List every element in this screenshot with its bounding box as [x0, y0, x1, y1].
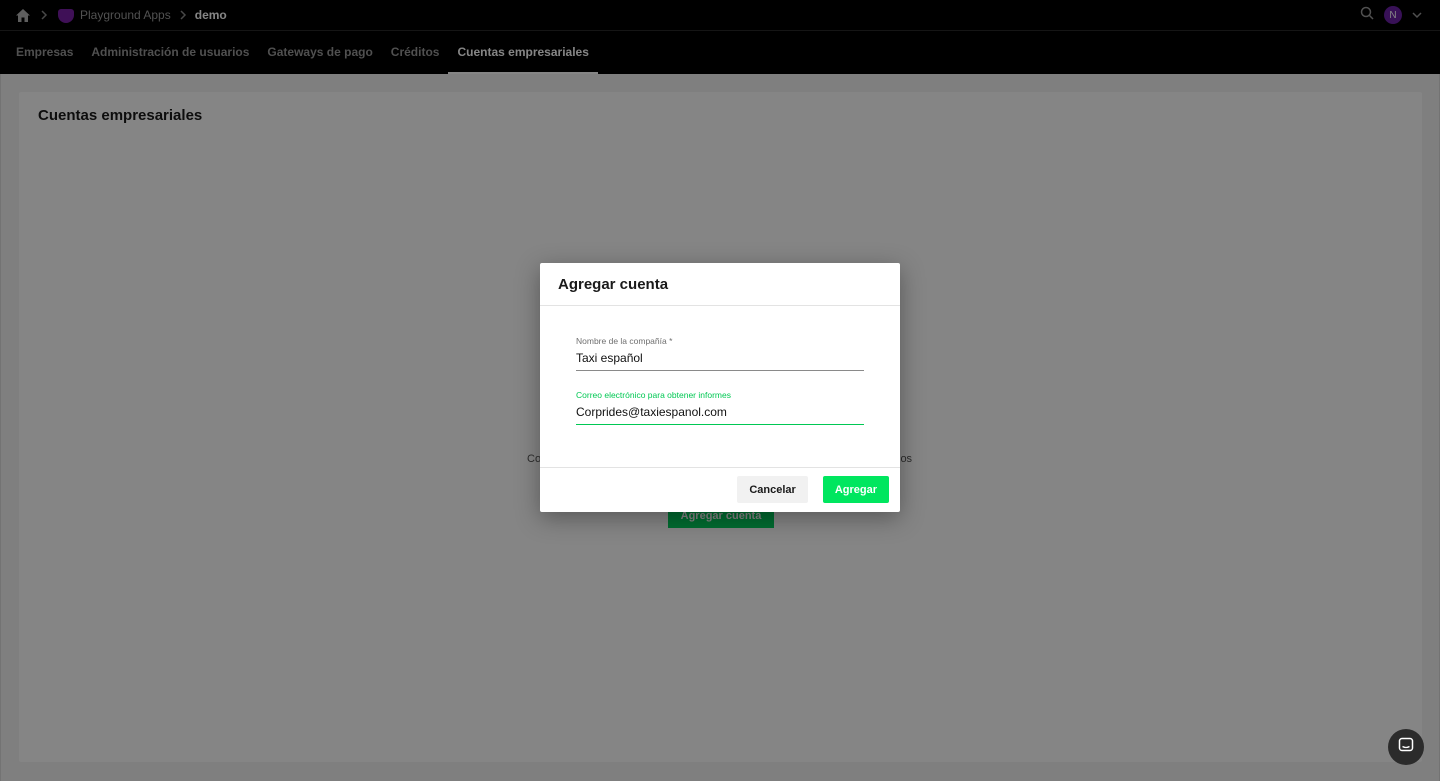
dialog-header: Agregar cuenta: [540, 263, 900, 306]
report-email-label: Correo electrónico para obtener informes: [576, 390, 731, 400]
dialog-title: Agregar cuenta: [558, 275, 669, 293]
cancel-button[interactable]: Cancelar: [737, 476, 808, 503]
add-account-dialog: Agregar cuenta Nombre de la compañía * C…: [540, 263, 900, 512]
report-email-field: Correo electrónico para obtener informes: [576, 390, 864, 425]
add-button[interactable]: Agregar: [822, 476, 889, 503]
company-name-label: Nombre de la compañía *: [576, 336, 673, 346]
report-email-input[interactable]: [576, 401, 864, 425]
chat-icon: [1398, 737, 1414, 758]
company-name-field: Nombre de la compañía *: [576, 336, 864, 371]
company-name-input[interactable]: [576, 347, 864, 371]
chat-launcher[interactable]: [1388, 729, 1424, 765]
dialog-body: Nombre de la compañía * Correo electróni…: [540, 306, 900, 468]
dialog-footer: Cancelar Agregar: [540, 468, 900, 511]
